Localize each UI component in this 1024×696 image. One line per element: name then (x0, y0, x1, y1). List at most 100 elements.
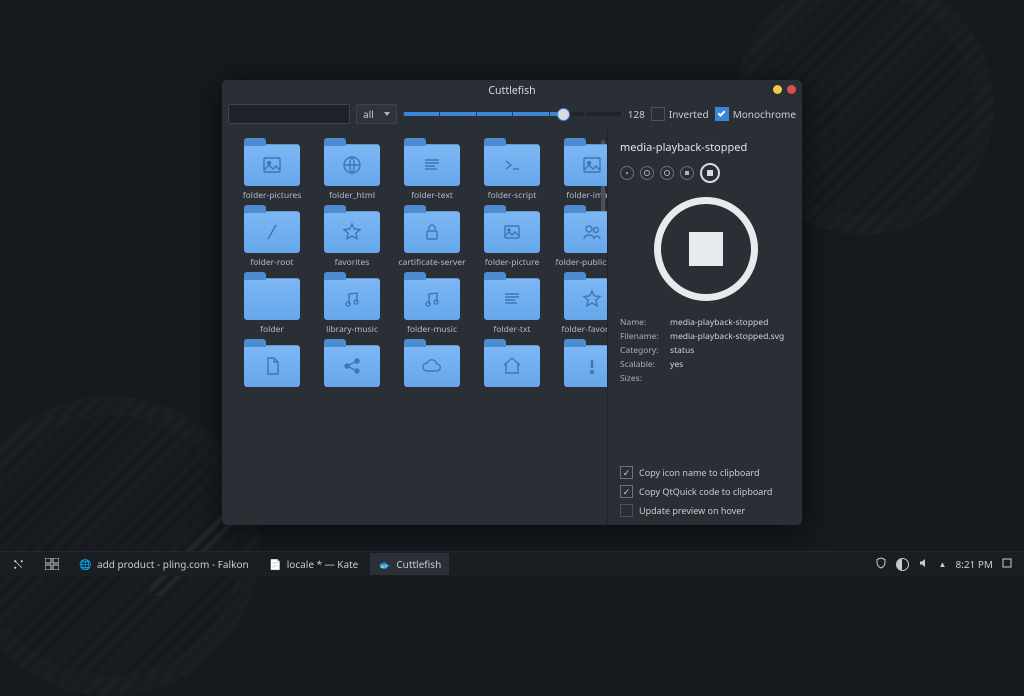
details-panel: media-playback-stopped Name:media-playba… (607, 130, 802, 525)
icon-cell-folder-picture[interactable]: folder-picture (472, 203, 552, 268)
folder-icon (324, 144, 380, 186)
folder-icon (244, 345, 300, 387)
icon-label: folder-picture (485, 257, 540, 268)
folder-icon (324, 278, 380, 320)
size-slider[interactable]: 128 (403, 107, 645, 121)
icon-label: folder-favorites (561, 324, 607, 335)
category-dropdown[interactable]: all (356, 104, 397, 124)
search-input[interactable] (228, 104, 350, 124)
icon-label: folder-root (250, 257, 293, 268)
category-value: all (363, 107, 374, 121)
tray-expand-icon[interactable]: ▲ (939, 559, 947, 570)
copy-qtquick-action[interactable]: Copy QtQuick code to clipboard (620, 485, 792, 498)
falkon-icon: 🌐 (79, 558, 92, 571)
clock[interactable]: 8:21 PM (955, 557, 993, 571)
icon-cell-folder-image[interactable]: folder-image (552, 136, 607, 201)
folder-icon (564, 211, 607, 253)
titlebar[interactable]: Cuttlefish (222, 80, 802, 102)
icon-cell-folder_html[interactable]: folder_html (312, 136, 392, 201)
folder-icon (404, 278, 460, 320)
folder-icon (404, 144, 460, 186)
icon-cell-18[interactable] (472, 337, 552, 402)
icon-cell-15[interactable] (232, 337, 312, 402)
icon-cell-16[interactable] (312, 337, 392, 402)
icon-label: folder-pictures (243, 190, 302, 201)
icon-label: folder (260, 324, 284, 335)
folder-icon (484, 278, 540, 320)
folder-icon (244, 144, 300, 186)
chevron-down-icon (384, 112, 390, 116)
tray-clipboard-icon[interactable] (896, 558, 909, 571)
kate-icon: 📄 (269, 558, 282, 571)
update-on-hover-checkbox[interactable]: Update preview on hover (620, 504, 792, 517)
taskbar: 🌐 add product - pling.com - Falkon 📄 loc… (0, 551, 1024, 576)
icon-label: folder-text (411, 190, 453, 201)
icon-label: folder-publicshare (556, 257, 607, 268)
icon-label: folder_html (329, 190, 375, 201)
task-cuttlefish[interactable]: 🐟 Cuttlefish (370, 553, 449, 575)
folder-icon (484, 345, 540, 387)
icon-cell-folder-music[interactable]: folder-music (392, 270, 472, 335)
icon-cell-folder-root[interactable]: folder-root (232, 203, 312, 268)
task-falkon[interactable]: 🌐 add product - pling.com - Falkon (71, 553, 257, 575)
icon-cell-folder-text[interactable]: folder-text (392, 136, 472, 201)
monochrome-checkbox[interactable]: Monochrome (715, 107, 796, 121)
icon-preview (654, 197, 758, 301)
icon-grid: folder-pictures folder_html folder-text fol… (222, 130, 607, 525)
icon-cell-19[interactable] (552, 337, 607, 402)
icon-cell-library-music[interactable]: library-music (312, 270, 392, 335)
app-launcher[interactable] (4, 553, 33, 575)
pager[interactable] (37, 553, 67, 575)
icon-cell-favorites[interactable]: favorites (312, 203, 392, 268)
slider-thumb[interactable] (557, 108, 570, 121)
size-preview-xlarge[interactable] (700, 163, 720, 183)
icon-cell-folder-script[interactable]: folder-script (472, 136, 552, 201)
size-preview-large[interactable] (680, 166, 694, 180)
size-preview-small[interactable] (640, 166, 654, 180)
system-tray: ▲ 8:21 PM (875, 557, 1020, 572)
cuttlefish-icon: 🐟 (378, 558, 391, 571)
icon-label: folder-txt (493, 324, 530, 335)
icon-label: cartificate-server (398, 257, 465, 268)
window-close-button[interactable] (787, 85, 796, 94)
plasma-logo-icon (12, 558, 25, 571)
folder-icon (484, 144, 540, 186)
icon-cell-folder-txt[interactable]: folder-txt (472, 270, 552, 335)
icon-cell-17[interactable] (392, 337, 472, 402)
tray-volume-icon[interactable] (918, 557, 930, 572)
folder-icon (564, 345, 607, 387)
slider-value: 128 (628, 107, 645, 121)
inverted-checkbox[interactable]: Inverted (651, 107, 709, 121)
folder-icon (404, 211, 460, 253)
window-title: Cuttlefish (488, 84, 535, 98)
tray-desktop-icon[interactable] (1002, 557, 1012, 571)
icon-cell-folder-pictures[interactable]: folder-pictures (232, 136, 312, 201)
folder-icon (564, 144, 607, 186)
selected-icon-name: media-playback-stopped (620, 140, 792, 155)
size-preview-strip (620, 163, 792, 183)
icon-metadata: Name:media-playback-stopped Filename:med… (620, 317, 792, 384)
size-preview-tiny[interactable] (620, 166, 634, 180)
window-minimize-button[interactable] (773, 85, 782, 94)
folder-icon (244, 211, 300, 253)
folder-icon (324, 345, 380, 387)
folder-icon (324, 211, 380, 253)
icon-label: folder-music (407, 324, 457, 335)
icon-label: favorites (335, 257, 370, 268)
tray-shield-icon[interactable] (875, 557, 887, 572)
copy-icon-name-action[interactable]: Copy icon name to clipboard (620, 466, 792, 479)
media-playback-stopped-icon (689, 232, 723, 266)
icon-cell-cartificate-server[interactable]: cartificate-server (392, 203, 472, 268)
icon-cell-folder-favorites[interactable]: folder-favorites (552, 270, 607, 335)
toolbar: all 128 Inverted Monochrome (222, 102, 802, 130)
folder-icon (244, 278, 300, 320)
icon-label: library-music (326, 324, 378, 335)
folder-icon (564, 278, 607, 320)
task-kate[interactable]: 📄 locale * — Kate (261, 553, 367, 575)
icon-cell-folder-publicshare[interactable]: folder-publicshare (552, 203, 607, 268)
cuttlefish-window: Cuttlefish all 128 Inverted Monochrome (222, 80, 802, 525)
size-preview-med[interactable] (660, 166, 674, 180)
folder-icon (484, 211, 540, 253)
icon-cell-folder[interactable]: folder (232, 270, 312, 335)
icon-label: folder-script (488, 190, 537, 201)
